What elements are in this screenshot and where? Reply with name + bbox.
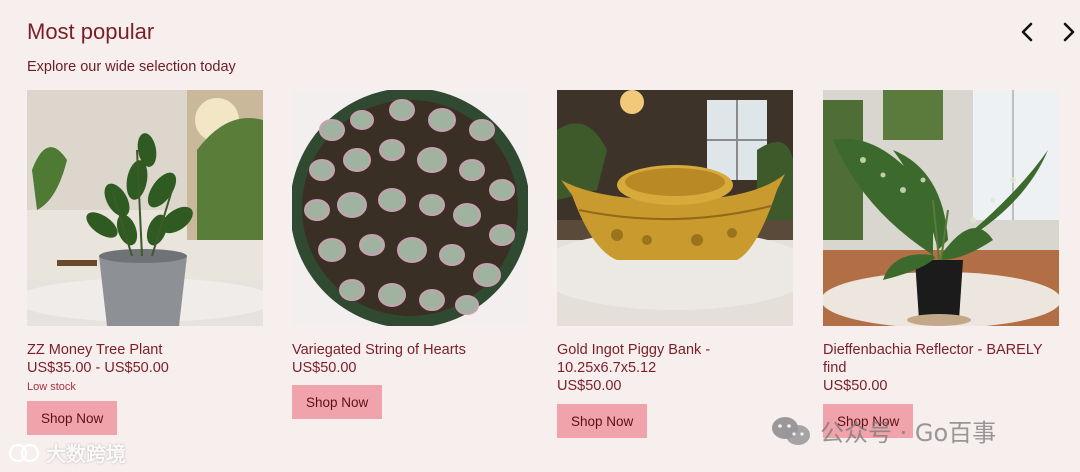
section-title: Most popular xyxy=(27,19,155,44)
product-name[interactable]: ZZ Money Tree Plant xyxy=(27,341,263,359)
shop-now-button[interactable]: Shop Now xyxy=(292,385,383,419)
stock-badge: Low stock xyxy=(27,381,76,393)
chevron-left-icon xyxy=(1021,22,1033,42)
product-card[interactable]: ZZ Money Tree Plant US$35.00 - US$50.00 … xyxy=(27,90,263,435)
product-image-zz-plant[interactable] xyxy=(27,90,263,326)
wechat-icon xyxy=(770,415,812,447)
product-card[interactable]: Variegated String of Hearts US$50.00 Sho… xyxy=(292,90,528,419)
brand-logo-icon xyxy=(8,442,42,464)
product-name[interactable]: Variegated String of Hearts xyxy=(292,341,528,359)
product-price: US$50.00 xyxy=(557,378,622,394)
carousel-prev-button[interactable] xyxy=(1016,20,1040,44)
product-name[interactable]: Gold Ingot Piggy Bank - 10.25x6.7x5.12 xyxy=(557,341,793,377)
product-price: US$50.00 xyxy=(292,360,357,376)
watermark-right-text: 公众号 · Go百事 xyxy=(820,419,997,447)
chevron-right-icon xyxy=(1063,22,1075,42)
product-price: US$35.00 - US$50.00 xyxy=(27,360,169,376)
section-subtitle: Explore our wide selection today xyxy=(27,59,236,75)
product-card[interactable]: Gold Ingot Piggy Bank - 10.25x6.7x5.12 U… xyxy=(557,90,793,438)
product-name[interactable]: Dieffenbachia Reflector - BARELY find xyxy=(823,341,1059,377)
shop-now-button[interactable]: Shop Now xyxy=(557,404,648,438)
product-image-string-of-hearts[interactable] xyxy=(292,90,528,326)
product-price: US$50.00 xyxy=(823,378,888,394)
product-image-gold-ingot[interactable] xyxy=(557,90,793,326)
carousel-next-button[interactable] xyxy=(1056,20,1080,44)
watermark-right: 公众号 · Go百事 xyxy=(770,413,996,448)
product-image-dieffenbachia[interactable] xyxy=(823,90,1059,326)
watermark-left-text: 大数跨境 xyxy=(46,442,126,466)
product-card[interactable]: Dieffenbachia Reflector - BARELY find US… xyxy=(823,90,1059,438)
watermark-left: 大数跨境 xyxy=(8,438,126,467)
shop-now-button[interactable]: Shop Now xyxy=(27,401,118,435)
